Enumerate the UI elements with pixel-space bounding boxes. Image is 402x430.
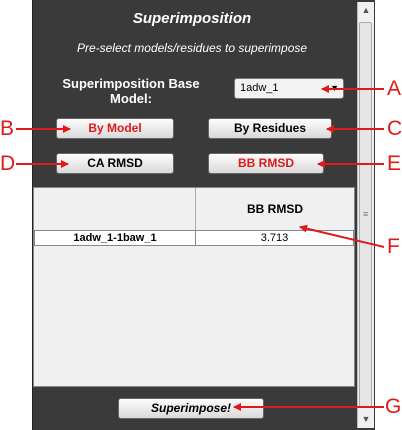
callout-e: E — [387, 152, 402, 175]
callout-b: B — [0, 117, 15, 140]
callout-f: F — [387, 235, 400, 258]
callout-g: G — [385, 395, 402, 418]
callout-arrows — [16, 85, 385, 411]
callout-c: C — [387, 117, 402, 140]
callout-d: D — [0, 152, 16, 175]
callout-a: A — [387, 77, 402, 100]
arrow-f — [299, 224, 385, 248]
